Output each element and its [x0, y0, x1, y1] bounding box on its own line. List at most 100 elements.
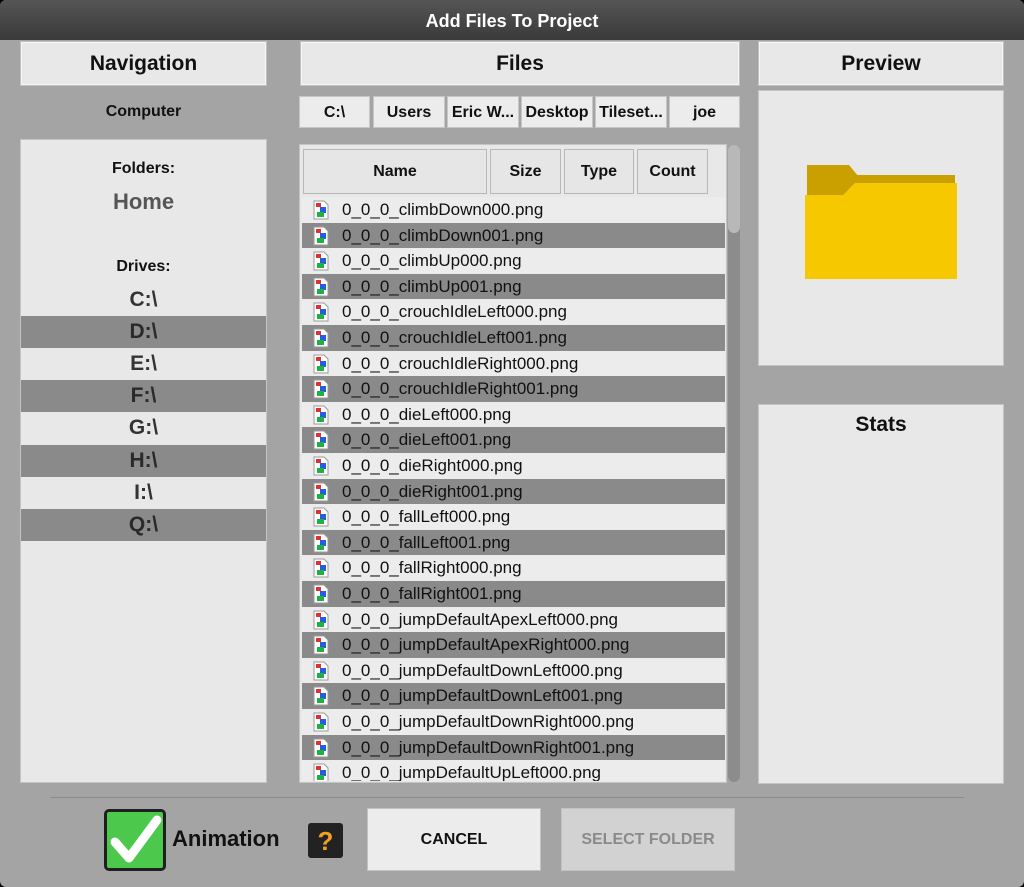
file-name: 0_0_0_jumpDefaultDownLeft000.png	[342, 660, 623, 680]
file-name: 0_0_0_jumpDefaultUpLeft000.png	[342, 763, 601, 781]
image-file-icon	[313, 558, 329, 578]
file-row[interactable]: 0_0_0_fallLeft001.png	[302, 529, 725, 556]
image-file-icon	[313, 610, 329, 630]
folders-label: Folders:	[111, 160, 176, 177]
file-row[interactable]: 0_0_0_fallLeft000.png	[302, 504, 725, 530]
home-folder-link[interactable]: Home	[20, 189, 267, 215]
file-row[interactable]: 0_0_0_fallRight001.png	[302, 581, 725, 607]
column-count[interactable]: Count	[637, 149, 708, 194]
image-file-icon	[313, 584, 329, 604]
image-file-icon	[313, 277, 329, 297]
file-row[interactable]: 0_0_0_climbDown001.png	[302, 222, 725, 249]
image-file-icon	[313, 763, 329, 781]
breadcrumb-joe[interactable]: joe	[669, 96, 740, 128]
window-title: Add Files To Project	[0, 0, 1024, 40]
file-row[interactable]: 0_0_0_crouchIdleRight001.png	[302, 376, 725, 402]
file-row[interactable]: 0_0_0_fallRight000.png	[302, 555, 725, 581]
image-file-icon	[313, 533, 329, 553]
image-file-icon	[313, 738, 329, 758]
breadcrumb-tileset[interactable]: Tileset...	[595, 96, 667, 128]
file-name: 0_0_0_climbUp000.png	[342, 251, 522, 271]
file-row[interactable]: 0_0_0_crouchIdleLeft001.png	[302, 325, 725, 351]
drive-q[interactable]: Q:\	[21, 509, 266, 541]
animation-checkbox[interactable]	[104, 809, 166, 871]
drive-g[interactable]: G:\	[21, 412, 266, 444]
select-folder-button[interactable]: SELECT FOLDER	[561, 808, 735, 871]
animation-label: Animation	[172, 826, 280, 851]
image-file-icon	[313, 635, 329, 655]
checkmark-icon	[110, 815, 162, 863]
footer-divider	[50, 797, 964, 798]
file-name: 0_0_0_jumpDefaultApexRight000.png	[342, 635, 630, 655]
file-name: 0_0_0_jumpDefaultApexLeft000.png	[342, 609, 618, 629]
file-name: 0_0_0_climbDown001.png	[342, 225, 544, 245]
image-file-icon	[313, 686, 329, 706]
column-name[interactable]: Name	[303, 149, 487, 194]
column-type[interactable]: Type	[564, 149, 634, 194]
drive-f[interactable]: F:\	[21, 380, 266, 412]
file-row[interactable]: 0_0_0_dieLeft001.png	[302, 427, 725, 453]
file-name: 0_0_0_crouchIdleRight001.png	[342, 379, 579, 399]
file-name: 0_0_0_crouchIdleLeft000.png	[342, 302, 567, 322]
image-file-icon	[313, 379, 329, 399]
stats-panel: Stats	[758, 404, 1004, 784]
file-row[interactable]: 0_0_0_dieRight001.png	[302, 478, 725, 505]
image-file-icon	[313, 507, 329, 527]
drives-label: Drives:	[116, 258, 171, 275]
file-row[interactable]: 0_0_0_dieLeft000.png	[302, 401, 725, 428]
file-row[interactable]: 0_0_0_jumpDefaultApexRight000.png	[302, 632, 725, 658]
drive-e[interactable]: E:\	[21, 348, 266, 380]
breadcrumb-users[interactable]: Users	[373, 96, 445, 128]
image-file-icon	[313, 430, 329, 450]
image-file-icon	[313, 226, 329, 246]
scrollbar-thumb[interactable]	[728, 145, 740, 233]
drive-h[interactable]: H:\	[21, 445, 266, 477]
files-header: Files	[300, 41, 740, 86]
image-file-icon	[313, 482, 329, 502]
file-row[interactable]: 0_0_0_jumpDefaultDownLeft000.png	[302, 657, 725, 684]
file-row[interactable]: 0_0_0_jumpDefaultUpLeft000.png	[302, 760, 725, 781]
preview-panel	[758, 90, 1004, 366]
file-name: 0_0_0_climbDown000.png	[342, 200, 544, 219]
image-file-icon	[313, 712, 329, 732]
file-row[interactable]: 0_0_0_jumpDefaultDownRight000.png	[302, 709, 725, 735]
file-name: 0_0_0_fallRight001.png	[342, 584, 522, 603]
image-file-icon	[313, 328, 329, 348]
drive-d[interactable]: D:\	[21, 316, 266, 348]
image-file-icon	[313, 200, 329, 220]
drive-c[interactable]: C:\	[21, 284, 266, 316]
stats-header: Stats	[855, 413, 907, 436]
file-row[interactable]: 0_0_0_dieRight000.png	[302, 453, 725, 479]
drive-i[interactable]: I:\	[21, 477, 266, 509]
file-row[interactable]: 0_0_0_crouchIdleLeft000.png	[302, 299, 725, 325]
folder-icon	[805, 165, 957, 279]
image-file-icon	[313, 456, 329, 476]
preview-header: Preview	[758, 41, 1004, 86]
cancel-button[interactable]: CANCEL	[367, 808, 541, 871]
help-icon[interactable]: ?	[308, 823, 343, 858]
image-file-icon	[313, 661, 329, 681]
file-row[interactable]: 0_0_0_crouchIdleRight000.png	[302, 350, 725, 377]
breadcrumb-c[interactable]: C:\	[299, 96, 370, 128]
file-name: 0_0_0_dieLeft000.png	[342, 404, 512, 424]
file-row[interactable]: 0_0_0_climbDown000.png	[302, 197, 725, 223]
file-row[interactable]: 0_0_0_climbUp001.png	[302, 273, 725, 300]
column-size[interactable]: Size	[490, 149, 561, 194]
image-file-icon	[313, 405, 329, 425]
breadcrumb-eric[interactable]: Eric W...	[447, 96, 519, 128]
file-name: 0_0_0_fallLeft000.png	[342, 507, 511, 527]
file-name: 0_0_0_dieRight000.png	[342, 456, 523, 475]
file-row[interactable]: 0_0_0_jumpDefaultApexLeft000.png	[302, 606, 725, 633]
image-file-icon	[313, 251, 329, 271]
file-row[interactable]: 0_0_0_jumpDefaultDownRight001.png	[302, 734, 725, 761]
file-list-scrollbar[interactable]	[728, 145, 740, 782]
file-list[interactable]: 0_0_0_climbDown000.png 0_0_0_climbDown001…	[302, 197, 725, 781]
file-name: 0_0_0_crouchIdleLeft001.png	[342, 328, 567, 347]
file-row[interactable]: 0_0_0_climbUp000.png	[302, 248, 725, 274]
image-file-icon	[313, 302, 329, 322]
file-row[interactable]: 0_0_0_jumpDefaultDownLeft001.png	[302, 683, 725, 709]
file-name: 0_0_0_dieRight001.png	[342, 481, 523, 501]
file-name: 0_0_0_jumpDefaultDownRight000.png	[342, 712, 635, 731]
file-name: 0_0_0_climbUp001.png	[342, 276, 522, 296]
breadcrumb-desktop[interactable]: Desktop	[521, 96, 593, 128]
